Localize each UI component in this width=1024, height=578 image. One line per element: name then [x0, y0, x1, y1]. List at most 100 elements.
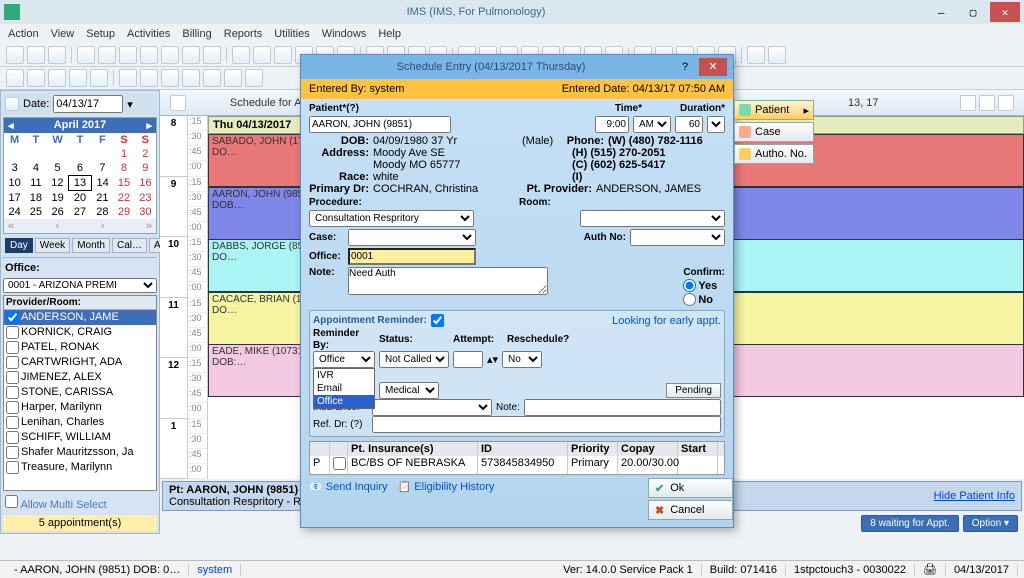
sched-min-icon[interactable] — [960, 95, 976, 111]
toolbar-icon[interactable] — [768, 46, 786, 64]
menu-activities[interactable]: Activities — [127, 28, 170, 40]
hide-patient-link[interactable]: Hide Patient Info — [934, 490, 1015, 502]
confirm-yes[interactable]: Yes — [683, 279, 725, 292]
authno-side-button[interactable]: Autho. No. — [734, 144, 814, 164]
toolbar-icon[interactable] — [224, 69, 242, 87]
menu-reports[interactable]: Reports — [224, 28, 263, 40]
duration-unit[interactable] — [707, 116, 725, 133]
sched-max-icon[interactable] — [979, 95, 995, 111]
attempt-input[interactable] — [453, 351, 483, 368]
cal-next-icon[interactable]: ▸ — [146, 119, 152, 132]
ok-button[interactable]: ✔Ok — [648, 478, 733, 498]
waiting-button[interactable]: 8 waiting for Appt. — [861, 515, 959, 532]
sched-header-icon[interactable] — [170, 95, 186, 111]
date-dropdown-icon[interactable]: ▾ — [127, 98, 133, 111]
toolbar-icon[interactable] — [90, 69, 108, 87]
provider-item[interactable]: STONE, CARISSA — [4, 385, 156, 400]
menu-action[interactable]: Action — [8, 28, 39, 40]
modal-help-icon[interactable]: ? — [675, 58, 695, 76]
toolbar-icon[interactable] — [253, 46, 271, 64]
toolbar-icon[interactable] — [27, 69, 45, 87]
view-cal[interactable]: Cal… — [112, 238, 147, 253]
minimize-button[interactable]: — — [926, 2, 956, 22]
office-input[interactable] — [348, 248, 476, 265]
toolbar-icon[interactable] — [203, 46, 221, 64]
note-input[interactable]: Need Auth — [348, 267, 548, 295]
room-select[interactable] — [580, 210, 725, 227]
status-printer-icon[interactable]: 🖨 — [915, 563, 946, 576]
toolbar-icon[interactable] — [6, 69, 24, 87]
time-input[interactable] — [595, 116, 629, 133]
reminder-option-office[interactable]: Office — [314, 395, 374, 408]
toolbar-icon[interactable] — [119, 69, 137, 87]
toolbar-icon[interactable] — [274, 46, 292, 64]
status-select[interactable]: Not Called — [379, 351, 449, 368]
toolbar-icon[interactable] — [161, 46, 179, 64]
pending-button[interactable]: Pending — [666, 383, 721, 398]
cancel-button[interactable]: ✖Cancel — [648, 500, 733, 520]
view-day[interactable]: Day — [5, 238, 33, 253]
menu-windows[interactable]: Windows — [322, 28, 367, 40]
date-input[interactable] — [53, 95, 123, 113]
modal-close-icon[interactable]: ✕ — [699, 58, 727, 76]
provider-item[interactable]: KORNICK, CRAIG — [4, 325, 156, 340]
provider-item[interactable]: Treasure, Marilynn — [4, 460, 156, 475]
toolbar-icon[interactable] — [182, 46, 200, 64]
menu-utilities[interactable]: Utilities — [274, 28, 309, 40]
cal-prev-icon[interactable]: ◂ — [8, 119, 14, 132]
reminder-checkbox[interactable] — [431, 314, 444, 327]
insurance-row[interactable]: P BC/BS OF NEBRASKA 573845834950 Primary… — [310, 456, 724, 474]
case-select[interactable] — [348, 229, 476, 246]
maximize-button[interactable]: ▢ — [958, 2, 988, 22]
provider-item[interactable]: SCHIFF, WILLIAM — [4, 430, 156, 445]
toolbar-icon[interactable] — [245, 69, 263, 87]
duration-input[interactable] — [675, 116, 703, 133]
toolbar-icon[interactable] — [6, 46, 24, 64]
reminder-by-dropdown[interactable]: Office IVR Email Office — [313, 351, 375, 368]
calendar-grid[interactable]: MTWTFSS 12 3456789 10111213141516 171819… — [4, 133, 156, 219]
looking-early[interactable]: Looking for early appt. — [612, 315, 721, 327]
calendar-icon[interactable] — [5, 97, 19, 111]
provider-item[interactable]: Lenihan, Charles — [4, 415, 156, 430]
menu-billing[interactable]: Billing — [182, 28, 211, 40]
send-inquiry-link[interactable]: 📧 Send Inquiry — [309, 480, 388, 493]
toolbar-icon[interactable] — [232, 46, 250, 64]
toolbar-icon[interactable] — [69, 69, 87, 87]
procedure-select[interactable]: Consultation Respritory — [309, 210, 474, 227]
menu-setup[interactable]: Setup — [86, 28, 115, 40]
view-month[interactable]: Month — [72, 238, 110, 253]
case-side-button[interactable]: Case — [734, 122, 814, 142]
toolbar-icon[interactable] — [98, 46, 116, 64]
toolbar-icon[interactable] — [747, 46, 765, 64]
reschedule-select[interactable]: No — [502, 351, 542, 368]
eligibility-link[interactable]: 📋 Eligibility History — [398, 480, 495, 493]
toolbar-icon[interactable] — [182, 69, 200, 87]
toolbar-icon[interactable] — [140, 69, 158, 87]
provider-item[interactable]: PATEL, RONAK — [4, 340, 156, 355]
provider-item[interactable]: CARTWRIGHT, ADA — [4, 355, 156, 370]
view-week[interactable]: Week — [35, 238, 70, 253]
reminder-option-email[interactable]: Email — [314, 382, 374, 395]
ref-dr-input[interactable] — [372, 416, 721, 433]
provider-item[interactable]: Harper, Marilynn — [4, 400, 156, 415]
provider-item[interactable]: JIMENEZ, ALEX — [4, 370, 156, 385]
ampm-select[interactable]: AM — [633, 116, 671, 133]
reminder-option-ivr[interactable]: IVR — [314, 369, 374, 382]
toolbar-icon[interactable] — [48, 46, 66, 64]
office-select[interactable]: 0001 - ARIZONA PREMI — [3, 278, 157, 293]
medical-select[interactable]: Medical — [379, 382, 439, 399]
reminder-note-input[interactable] — [524, 399, 721, 416]
toolbar-icon[interactable] — [27, 46, 45, 64]
patient-input[interactable] — [309, 116, 451, 133]
sched-close-icon[interactable] — [998, 95, 1014, 111]
allow-multi-select[interactable]: Allow Multi Select — [3, 493, 157, 513]
insurance-select[interactable] — [372, 399, 492, 416]
confirm-no[interactable]: No — [683, 293, 725, 306]
option-button[interactable]: Option ▾ — [963, 515, 1018, 532]
toolbar-icon[interactable] — [48, 69, 66, 87]
provider-item[interactable]: ANDERSON, JAME — [4, 310, 156, 325]
toolbar-icon[interactable] — [77, 46, 95, 64]
toolbar-icon[interactable] — [140, 46, 158, 64]
toolbar-icon[interactable] — [119, 46, 137, 64]
patient-side-button[interactable]: Patient▸ — [734, 100, 814, 120]
